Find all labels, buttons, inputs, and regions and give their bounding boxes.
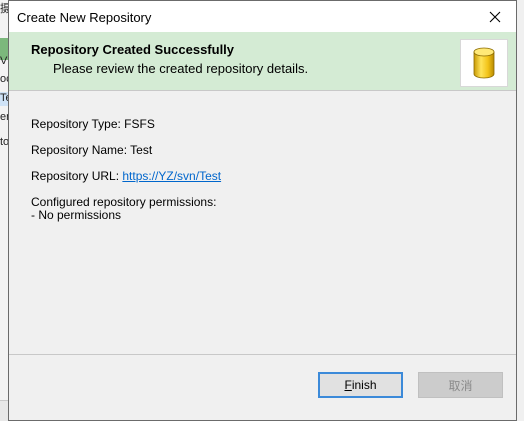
close-icon <box>489 11 501 22</box>
repository-type-line: Repository Type: FSFS <box>31 117 155 131</box>
finish-mnemonic: F <box>344 378 352 392</box>
close-button[interactable] <box>478 3 512 30</box>
create-repository-dialog: Create New Repository Repository Created… <box>8 0 517 421</box>
repository-name-value: Test <box>130 143 153 157</box>
background-statusbar <box>0 400 8 421</box>
finish-button[interactable]: Finish <box>318 372 403 398</box>
permissions-label: Configured repository permissions: <box>31 195 217 209</box>
header-title: Repository Created Successfully <box>31 42 235 57</box>
background-text: er <box>0 111 8 123</box>
repository-name-line: Repository Name: Test <box>31 143 152 157</box>
permissions-value: - No permissions <box>31 208 122 222</box>
header-subtitle: Please review the created repository det… <box>53 61 309 76</box>
background-right-edge <box>516 0 524 421</box>
repository-type-label: Repository Type: <box>31 117 125 131</box>
dialog-titlebar[interactable]: Create New Repository <box>9 1 516 32</box>
background-text: 摄 <box>0 3 8 15</box>
database-icon <box>473 47 495 79</box>
dialog-content: Repository Type: FSFS Repository Name: T… <box>9 93 516 355</box>
repository-url-label: Repository URL: <box>31 169 123 183</box>
header-icon-frame <box>460 39 508 87</box>
repository-name-label: Repository Name: <box>31 143 131 157</box>
dialog-title: Create New Repository <box>17 10 152 25</box>
background-app-panel: 摄 V oc Te er to <box>0 0 8 421</box>
background-text: V <box>0 55 8 67</box>
repository-url-line: Repository URL: https://YZ/svn/Test <box>31 169 221 183</box>
cancel-button[interactable]: 取消 <box>418 372 503 398</box>
repository-url-link[interactable]: https://YZ/svn/Test <box>122 169 221 183</box>
background-text: oc <box>0 73 8 85</box>
background-text: Te <box>0 92 8 104</box>
dialog-header-banner: Repository Created Successfully Please r… <box>9 32 516 91</box>
background-text: to <box>0 136 8 148</box>
repository-type-value: FSFS <box>124 117 155 131</box>
finish-label: inish <box>351 378 377 392</box>
